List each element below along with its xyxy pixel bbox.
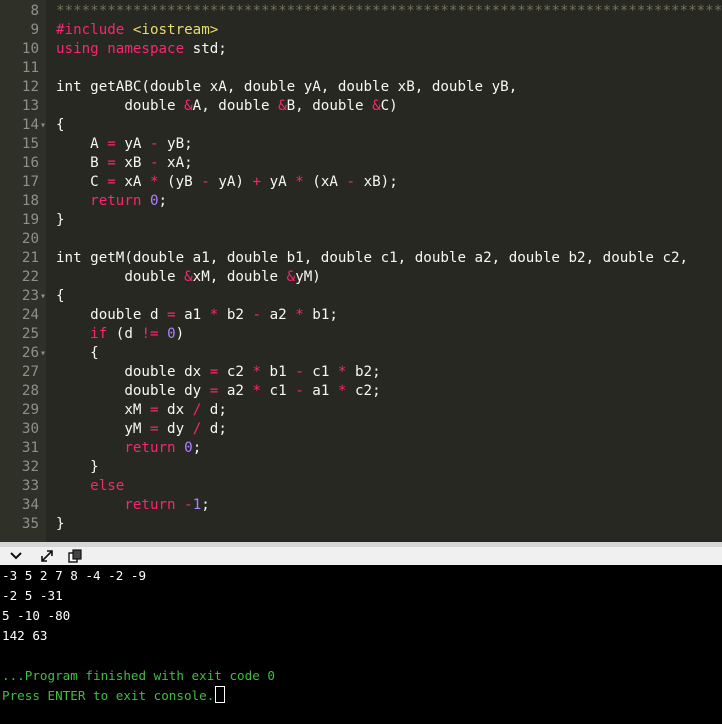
code-text: C = xA * (yB - yA) + yA * (xA - xB); <box>56 174 398 190</box>
code-line[interactable]: 23 ▾ { <box>0 287 722 306</box>
code-line[interactable]: 20 <box>0 230 722 249</box>
line-number: 15 <box>21 136 39 152</box>
console-line: 142 63 <box>2 628 48 643</box>
console-toolbar <box>0 542 722 565</box>
code-line[interactable]: 27 double dx = c2 * b1 - c1 * b2; <box>0 363 722 382</box>
code-text: return 0; <box>90 193 168 209</box>
line-number: 10 <box>21 41 39 57</box>
code-line[interactable]: 28 double dy = a2 * c1 - a1 * c2; <box>0 382 722 401</box>
code-text: return 0; <box>124 440 202 456</box>
line-number: 31 <box>21 440 39 456</box>
line-number: 13 <box>21 98 39 114</box>
code-line[interactable]: 22 double &xM, double &yM) <box>0 268 722 287</box>
code-line[interactable]: 13 double &A, double &B, double &C) <box>0 97 722 116</box>
code-text: ****************************************… <box>56 3 722 19</box>
code-line[interactable]: 15 A = yA - yB; <box>0 135 722 154</box>
console-line: ...Program finished with exit code 0 <box>2 668 275 683</box>
code-line[interactable]: 11 <box>0 59 722 78</box>
code-line[interactable]: 18 return 0; <box>0 192 722 211</box>
line-number: 28 <box>21 383 39 399</box>
line-number: 18 <box>21 193 39 209</box>
fold-arrow-icon[interactable]: ▾ <box>40 116 48 135</box>
code-line[interactable]: 9 #include <iostream> <box>0 21 722 40</box>
line-number: 25 <box>21 326 39 342</box>
line-number: 8 <box>30 3 39 19</box>
code-text: #include <iostream> <box>56 22 219 38</box>
line-number: 34 <box>21 497 39 513</box>
code-text: } <box>56 212 65 228</box>
console-line: Press ENTER to exit console. <box>2 686 226 706</box>
code-text: A = yA - yB; <box>56 136 193 152</box>
line-number: 33 <box>21 478 39 494</box>
chevron-down-icon[interactable] <box>7 549 25 565</box>
code-text: return -1; <box>124 497 210 513</box>
code-text: } <box>56 516 65 532</box>
code-line[interactable]: 24 double d = a1 * b2 - a2 * b1; <box>0 306 722 325</box>
copy-icon[interactable] <box>66 549 84 565</box>
code-line[interactable]: 26 ▾ { <box>0 344 722 363</box>
console-cursor <box>215 686 226 703</box>
line-number: 24 <box>21 307 39 323</box>
output-console[interactable]: -3 5 2 7 8 -4 -2 -9 -2 5 -31 5 -10 -80 142 … <box>0 565 722 724</box>
line-number: 32 <box>21 459 39 475</box>
line-number: 9 <box>30 22 39 38</box>
code-line[interactable]: 31 return 0; <box>0 439 722 458</box>
code-line[interactable]: 29 xM = dx / d; <box>0 401 722 420</box>
code-line[interactable]: 32 } <box>0 458 722 477</box>
code-text: { <box>56 117 65 133</box>
code-text: double &A, double &B, double &C) <box>56 98 398 114</box>
code-text: yM = dy / d; <box>56 421 227 437</box>
code-text: int getABC(double xA, double yA, double … <box>56 79 518 95</box>
expand-icon[interactable] <box>38 549 56 565</box>
code-line[interactable]: 33 else <box>0 477 722 496</box>
line-number: 22 <box>21 269 39 285</box>
console-line: -3 5 2 7 8 -4 -2 -9 <box>2 568 147 583</box>
code-line[interactable]: 17 C = xA * (yB - yA) + yA * (xA - xB); <box>0 173 722 192</box>
code-text: B = xB - xA; <box>56 155 193 171</box>
line-number: 11 <box>21 60 39 76</box>
fold-arrow-icon[interactable]: ▾ <box>40 287 48 306</box>
code-line[interactable]: 35} <box>0 515 722 534</box>
code-line[interactable]: 34 return -1; <box>0 496 722 515</box>
fold-arrow-icon[interactable]: ▾ <box>40 344 48 363</box>
code-text: xM = dx / d; <box>56 402 227 418</box>
code-line[interactable]: 19} <box>0 211 722 230</box>
line-number: 30 <box>21 421 39 437</box>
code-line[interactable]: 12 int getABC(double xA, double yA, doubl… <box>0 78 722 97</box>
code-text: double &xM, double &yM) <box>56 269 321 285</box>
code-line[interactable]: 21 int getM(double a1, double b1, double … <box>0 249 722 268</box>
code-text: double d = a1 * b2 - a2 * b1; <box>56 307 338 323</box>
code-line[interactable]: 10 using namespace std; <box>0 40 722 59</box>
code-editor[interactable]: 8 ***************************************… <box>0 0 722 542</box>
code-line[interactable]: 16 B = xB - xA; <box>0 154 722 173</box>
code-text: { <box>56 345 99 361</box>
code-line[interactable]: 25 if (d != 0) <box>0 325 722 344</box>
code-text: int getM(double a1, double b1, double c1… <box>56 250 689 266</box>
line-number: 21 <box>21 250 39 266</box>
console-line: 5 -10 -80 <box>2 608 71 623</box>
code-line[interactable]: 14 ▾ { <box>0 116 722 135</box>
code-text: if (d != 0) <box>90 326 185 342</box>
line-number: 14 <box>21 117 39 133</box>
code-text: else <box>90 478 125 494</box>
line-number: 19 <box>21 212 39 228</box>
line-number: 16 <box>21 155 39 171</box>
line-number: 17 <box>21 174 39 190</box>
line-number: 20 <box>21 231 39 247</box>
line-number: 29 <box>21 402 39 418</box>
line-number: 26 <box>21 345 39 361</box>
code-text: double dy = a2 * c1 - a1 * c2; <box>56 383 381 399</box>
console-line: -2 5 -31 <box>2 588 63 603</box>
code-text: { <box>56 288 65 304</box>
code-line[interactable]: 8 ***************************************… <box>0 2 722 21</box>
code-line[interactable]: 30 yM = dy / d; <box>0 420 722 439</box>
code-text: } <box>56 459 99 475</box>
code-text: using namespace std; <box>56 41 227 57</box>
line-number: 12 <box>21 79 39 95</box>
code-text: double dx = c2 * b1 - c1 * b2; <box>56 364 381 380</box>
line-number: 23 <box>21 288 39 304</box>
line-number: 27 <box>21 364 39 380</box>
line-number: 35 <box>21 516 39 532</box>
